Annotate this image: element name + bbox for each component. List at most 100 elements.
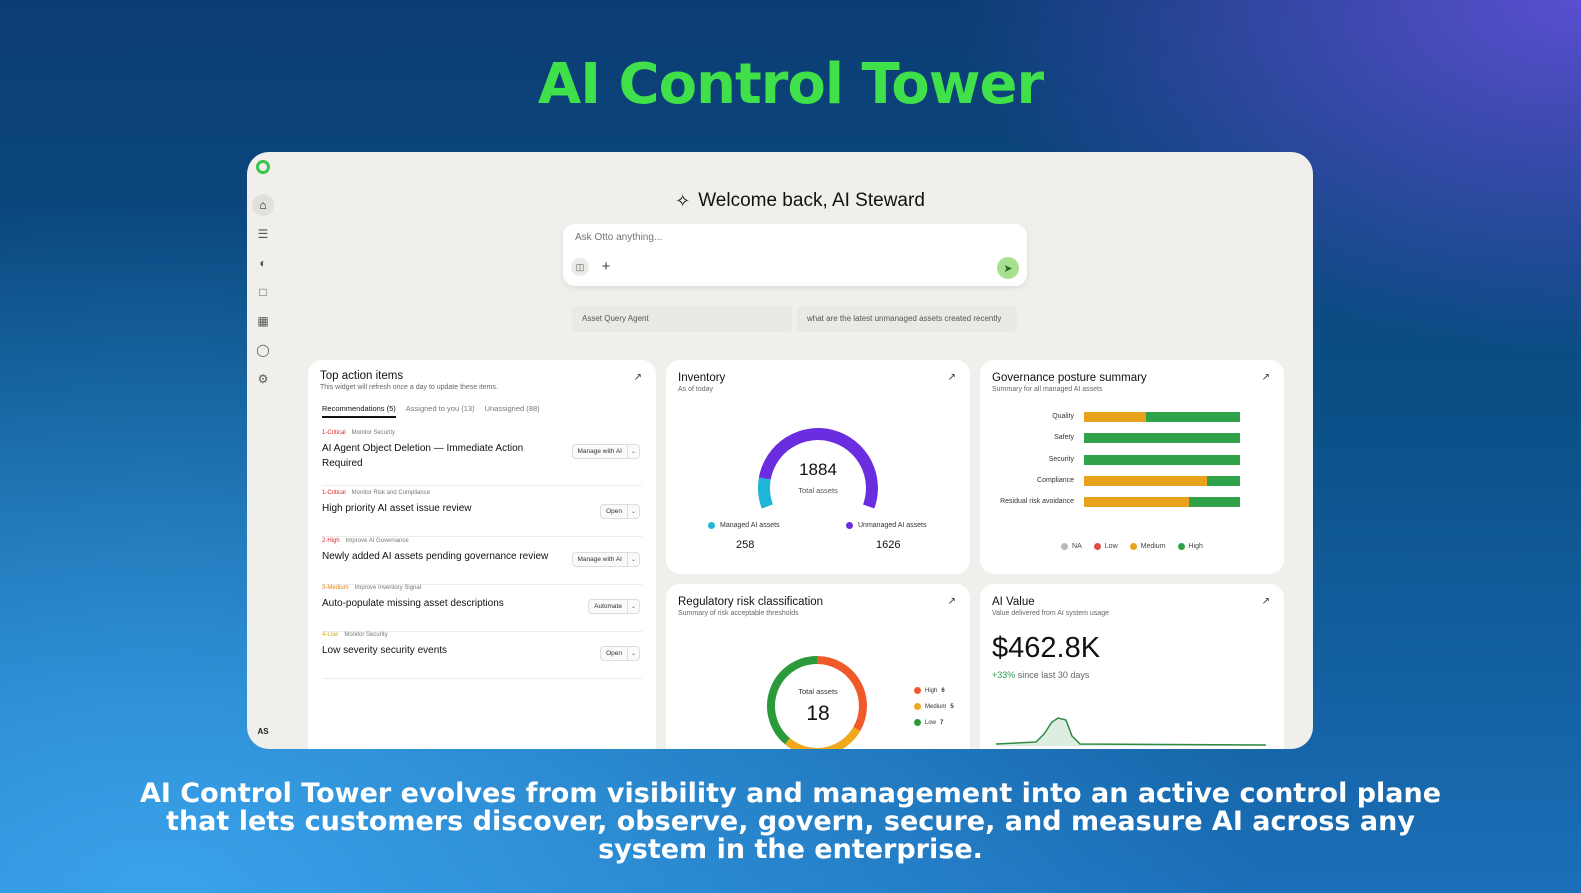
action-button[interactable]: Open ⌄ [600,646,640,661]
action-item[interactable]: 2-High Improve AI Governance Newly added A… [322,538,642,585]
action-title: Auto-populate missing asset descriptions [322,598,504,609]
action-item[interactable]: 1-Critical Monitor Security AI Agent Objec… [322,430,642,486]
donut-legend-item: Medium 5 [914,703,954,710]
inventory-total-label: Total assets [798,486,838,495]
chevron-down-icon[interactable]: ⌄ [628,650,639,657]
action-tabs: Recommendations (5) Assigned to you (13)… [322,404,540,418]
action-button-label[interactable]: Open [601,505,628,518]
unmanaged-value: 1626 [876,539,901,551]
legend-item: Low [1093,543,1118,550]
bar-segment-high [1146,412,1240,422]
expand-icon[interactable]: ↗ [1262,372,1270,383]
legend-label: Managed AI assets [720,522,780,529]
chevron-down-icon[interactable]: ⌄ [628,448,639,455]
tab-recommendations[interactable]: Recommendations (5) [322,404,396,418]
action-title: Low severity security events [322,645,448,656]
dashboard-icon[interactable]: ◐ [252,252,274,274]
action-button[interactable]: Automate ⌄ [588,599,640,614]
chevron-down-icon[interactable]: ⌄ [628,508,639,515]
action-title: High priority AI asset issue review [322,503,472,514]
legend-label: High [925,687,938,694]
lightbulb-icon[interactable]: ◯ [252,339,274,361]
legend-dot [1129,543,1137,550]
avatar[interactable]: AS [253,721,273,741]
priority-badge: 3-Medium [322,585,349,591]
action-category: Improve Inventory Signal [354,585,422,591]
suggestion-chip[interactable]: what are the latest unmanaged assets cre… [797,306,1017,332]
action-items-card: Top action items This widget will refres… [308,360,656,749]
add-icon[interactable]: + [597,257,615,275]
card-title: Top action items [320,370,404,382]
legend-label: Unmanaged AI assets [858,522,927,529]
action-button-label[interactable]: Open [601,647,628,660]
action-button[interactable]: Manage with AI ⌄ [571,444,640,459]
action-item[interactable]: 1-Critical Monitor Risk and Compliance Hig… [322,490,642,537]
legend-item: NA [1061,543,1082,550]
legend-dot [708,522,715,529]
governance-bar[interactable] [1084,412,1240,422]
card-subtitle: As of today [678,386,714,393]
governance-legend: NA Low Medium High [980,543,1284,550]
regulatory-card: Regulatory risk classification Summary o… [666,584,970,749]
tab-unassigned[interactable]: Unassigned (88) [485,404,540,418]
sparkle-icon: ✧ [675,190,691,211]
send-icon[interactable]: ➤ [997,257,1019,279]
governance-bar[interactable] [1084,433,1240,444]
action-title: Newly added AI assets pending governance… [322,551,549,562]
ask-box: ◫ + ➤ [563,224,1027,286]
card-title: Inventory [678,372,726,384]
donut-segment-low[interactable] [767,656,818,745]
expand-icon[interactable]: ↗ [948,372,956,383]
ai-value-sparkline [996,717,1266,746]
bar-segment-medium [1084,475,1208,486]
card-title: AI Value [992,596,1035,608]
legend-dot [914,687,921,694]
action-button-label[interactable]: Manage with AI [573,445,628,458]
priority-badge: 1-Critical [322,490,346,496]
governance-bar[interactable] [1084,475,1240,486]
card-title: Regulatory risk classification [678,596,824,608]
tab-assigned[interactable]: Assigned to you (13) [406,404,475,418]
governance-row-label: Quality [1052,413,1074,420]
regulatory-donut [767,656,867,749]
legend-value: 7 [940,719,944,726]
governance-bar[interactable] [1084,454,1240,465]
sidebar-toggle-icon[interactable]: ◫ [571,258,589,276]
donut-legend-item: High 6 [914,687,945,694]
expand-icon[interactable]: ↗ [1262,596,1270,607]
action-button-label[interactable]: Manage with AI [573,553,628,566]
action-button[interactable]: Manage with AI ⌄ [571,552,640,567]
action-button-label[interactable]: Automate [589,600,628,613]
gear-icon[interactable]: ⚙ [252,368,274,390]
filters-icon[interactable]: ☰ [252,223,274,245]
action-item[interactable]: 4-Low Monitor Security Low severity securi… [322,632,642,679]
governance-bar[interactable] [1084,497,1240,508]
calendar-icon[interactable]: □ [252,281,274,303]
action-item[interactable]: 3-Medium Improve Inventory Signal Auto-pop… [322,585,642,632]
chevron-down-icon[interactable]: ⌄ [628,556,639,563]
expand-icon[interactable]: ↗ [634,372,642,383]
card-subtitle: Value delivered from AI system usage [992,610,1109,617]
donut-segment-medium[interactable] [784,726,861,749]
action-button[interactable]: Open ⌄ [600,504,640,519]
bar-segment-high [1207,475,1240,486]
bar-segment-high [1084,433,1240,444]
action-title: AI Agent Object Deletion — Immediate Act… [322,443,524,469]
inventory-card: Inventory As of today ↗ 1884 Total asset… [666,360,970,574]
building-icon[interactable]: ▦ [252,310,274,332]
suggestion-chip[interactable]: Asset Query Agent [572,306,792,332]
ask-input[interactable] [575,232,975,243]
legend-managed: Managed AI assets [708,522,780,529]
governance-row-label: Residual risk avoidance [1000,498,1074,506]
priority-badge: 1-Critical [322,430,346,436]
governance-card: Governance posture summary Summary for a… [980,360,1284,574]
hero-caption: AI Control Tower evolves from visibility… [139,778,1442,865]
app-logo[interactable] [256,160,270,174]
chevron-down-icon[interactable]: ⌄ [628,603,639,610]
bar-segment-medium [1084,412,1147,422]
action-meta: 3-Medium Improve Inventory Signal [322,585,642,591]
expand-icon[interactable]: ↗ [948,596,956,607]
priority-badge: 2-High [322,538,340,544]
governance-row-label: Safety [1054,434,1074,442]
change-text: since last 30 days [1017,670,1090,680]
